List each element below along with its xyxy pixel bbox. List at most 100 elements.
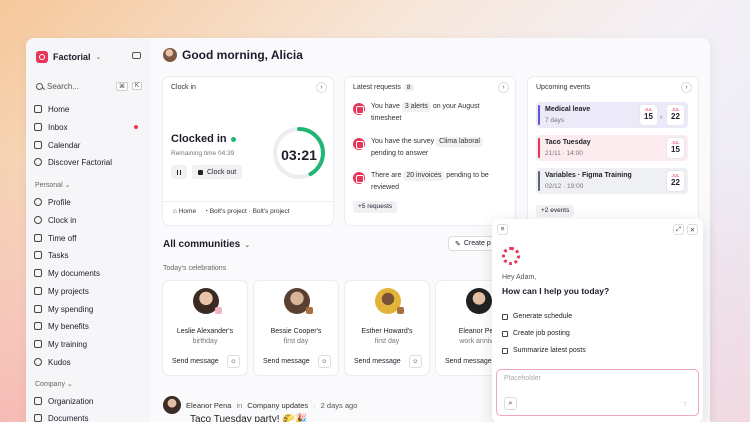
tasks-icon bbox=[34, 251, 42, 259]
event-item[interactable]: Medical leave 7 days JUL 15 › JUL 22 bbox=[536, 102, 688, 128]
sidebar-item-projects[interactable]: My projects bbox=[34, 284, 144, 298]
sidebar-item-calendar[interactable]: Calendar bbox=[34, 138, 144, 152]
post-channel[interactable]: Company updates bbox=[247, 401, 308, 410]
send-message-link[interactable]: Send message bbox=[172, 358, 219, 365]
sidebar-item-organization[interactable]: Organization bbox=[34, 394, 144, 408]
sidebar-item-home[interactable]: Home bbox=[34, 102, 144, 116]
celebration-card: Esther Howard's first day Send message ☺ bbox=[345, 281, 429, 375]
request-item[interactable]: There are 20 invoices pending to be revi… bbox=[353, 170, 503, 194]
sidebar-item-spending[interactable]: My spending bbox=[34, 302, 144, 316]
action-generate-schedule[interactable]: Generate schedule bbox=[502, 313, 572, 320]
timer-value: 03:21 bbox=[281, 147, 317, 163]
spending-icon bbox=[34, 305, 42, 313]
avatar bbox=[466, 288, 492, 314]
sidebar-item-time-off[interactable]: Time off bbox=[34, 231, 144, 245]
arrow-right-icon: › bbox=[660, 114, 663, 121]
search-input[interactable]: Search... ⌘ K bbox=[34, 79, 142, 93]
action-create-job-posting[interactable]: Create job posting bbox=[502, 330, 570, 337]
clock-icon bbox=[34, 216, 42, 224]
clock-out-button[interactable]: Clock out bbox=[192, 165, 243, 179]
event-date: JUL 15 bbox=[667, 138, 684, 158]
post-title: Taco Tuesday party! 🌮🎉 bbox=[190, 414, 308, 422]
sidebar-item-documents[interactable]: My documents bbox=[34, 266, 144, 280]
organization-icon bbox=[34, 397, 42, 405]
input-placeholder: Placeholder bbox=[504, 375, 541, 382]
card-title: Clock in bbox=[171, 84, 196, 91]
send-message-link[interactable]: Send message bbox=[354, 358, 401, 365]
communities-selector[interactable]: All communities ⌄ bbox=[163, 239, 250, 250]
avatar[interactable] bbox=[163, 48, 177, 62]
end-date: JUL 22 bbox=[667, 105, 684, 125]
event-color-bar bbox=[538, 138, 540, 158]
pause-button[interactable] bbox=[171, 165, 187, 179]
assistant-logo-icon bbox=[502, 247, 520, 265]
sidebar-item-profile[interactable]: Profile bbox=[34, 195, 144, 209]
event-date: JUL 22 bbox=[667, 171, 684, 191]
brand-name: Factorial bbox=[53, 52, 91, 62]
section-personal[interactable]: Personal ⌄ bbox=[35, 181, 70, 189]
chevron-right-icon[interactable]: › bbox=[681, 82, 692, 93]
sidebar-item-inbox[interactable]: Inbox bbox=[34, 120, 144, 134]
attach-icon[interactable]: ⌕ bbox=[504, 397, 517, 410]
chevron-down-icon: ⌄ bbox=[95, 54, 102, 61]
avatar[interactable] bbox=[163, 396, 181, 414]
kudos-icon bbox=[34, 358, 42, 366]
status-dot bbox=[230, 136, 236, 142]
sidebar-item-discover[interactable]: Discover Factorial bbox=[34, 155, 144, 169]
reaction-button[interactable]: ☺ bbox=[227, 355, 240, 368]
briefcase-icon bbox=[397, 307, 404, 314]
assistant-question: How can I help you today? bbox=[502, 286, 610, 296]
clock-footer: ⌂ Home ◔ Bolt's project · Bolt's project bbox=[173, 208, 290, 215]
shortcut-mod: ⌘ bbox=[115, 81, 128, 91]
event-item[interactable]: Taco Tuesday 21/11 · 14:00 JUL 15 bbox=[536, 135, 688, 161]
clock-state: Clocked in bbox=[171, 133, 236, 145]
menu-icon[interactable]: ≡ bbox=[497, 224, 508, 235]
search-icon bbox=[36, 82, 43, 90]
assistant-greeting: Hey Adam, bbox=[502, 274, 537, 281]
brand-switcher[interactable]: Factorial ⌄ bbox=[36, 51, 101, 63]
reaction-button[interactable]: ☺ bbox=[409, 355, 422, 368]
more-events-button[interactable]: +2 events bbox=[536, 205, 575, 217]
event-item[interactable]: Variables · Figma Training 02/12 · 19:00… bbox=[536, 168, 688, 194]
time-off-icon bbox=[34, 234, 42, 242]
project-label[interactable]: ◔ Bolt's project · Bolt's project bbox=[204, 208, 290, 215]
sidebar-item-tasks[interactable]: Tasks bbox=[34, 248, 144, 262]
more-requests-button[interactable]: +5 requests bbox=[353, 201, 398, 213]
sidebar-item-clock-in[interactable]: Clock in bbox=[34, 213, 144, 227]
send-icon[interactable]: ↑ bbox=[683, 399, 687, 408]
close-icon[interactable]: ✕ bbox=[687, 224, 698, 235]
pencil-icon: ✎ bbox=[455, 240, 461, 248]
reaction-button[interactable]: ☺ bbox=[318, 355, 331, 368]
post-author[interactable]: Eleanor Pena bbox=[186, 401, 231, 410]
profile-icon bbox=[34, 198, 42, 206]
sidebar-item-benefits[interactable]: My benefits bbox=[34, 319, 144, 333]
briefcase-icon bbox=[306, 307, 313, 314]
calendar-icon bbox=[502, 313, 508, 320]
sidebar-item-company-documents[interactable]: Documents bbox=[34, 411, 144, 422]
greeting: Good morning, Alicia bbox=[163, 48, 303, 62]
create-post-button[interactable]: ✎ Create p bbox=[448, 236, 498, 251]
chevron-right-icon[interactable]: › bbox=[316, 82, 327, 93]
event-color-bar bbox=[538, 171, 540, 191]
expand-icon[interactable]: ⤢ bbox=[673, 224, 684, 235]
chevron-right-icon[interactable]: › bbox=[498, 82, 509, 93]
assistant-panel: ≡ ⤢ ✕ Hey Adam, How can I help you today… bbox=[492, 219, 703, 422]
request-item[interactable]: You have 3 alerts on your August timeshe… bbox=[353, 101, 503, 125]
section-company[interactable]: Company ⌄ bbox=[35, 380, 73, 388]
search-placeholder: Search... bbox=[47, 81, 80, 91]
shortcut-key: K bbox=[131, 82, 142, 90]
action-summarize-posts[interactable]: Summarize latest posts bbox=[502, 347, 586, 354]
start-date: JUL 15 bbox=[640, 105, 657, 125]
sidebar-toggle-icon[interactable] bbox=[132, 52, 141, 59]
invoice-icon bbox=[353, 172, 365, 184]
card-title: Latest requests 8 bbox=[353, 84, 414, 91]
request-item[interactable]: You have the survey Clima laboral pendin… bbox=[353, 136, 503, 160]
send-message-link[interactable]: Send message bbox=[263, 358, 310, 365]
sidebar-item-kudos[interactable]: Kudos bbox=[34, 355, 144, 369]
sidebar-item-training[interactable]: My training bbox=[34, 337, 144, 351]
send-message-link[interactable]: Send message bbox=[445, 358, 492, 365]
post-time: 2 days ago bbox=[320, 400, 358, 410]
assistant-input[interactable]: Placeholder ⌕ ↑ bbox=[496, 369, 699, 416]
document-icon bbox=[34, 269, 42, 277]
location-label[interactable]: ⌂ Home bbox=[173, 208, 196, 215]
